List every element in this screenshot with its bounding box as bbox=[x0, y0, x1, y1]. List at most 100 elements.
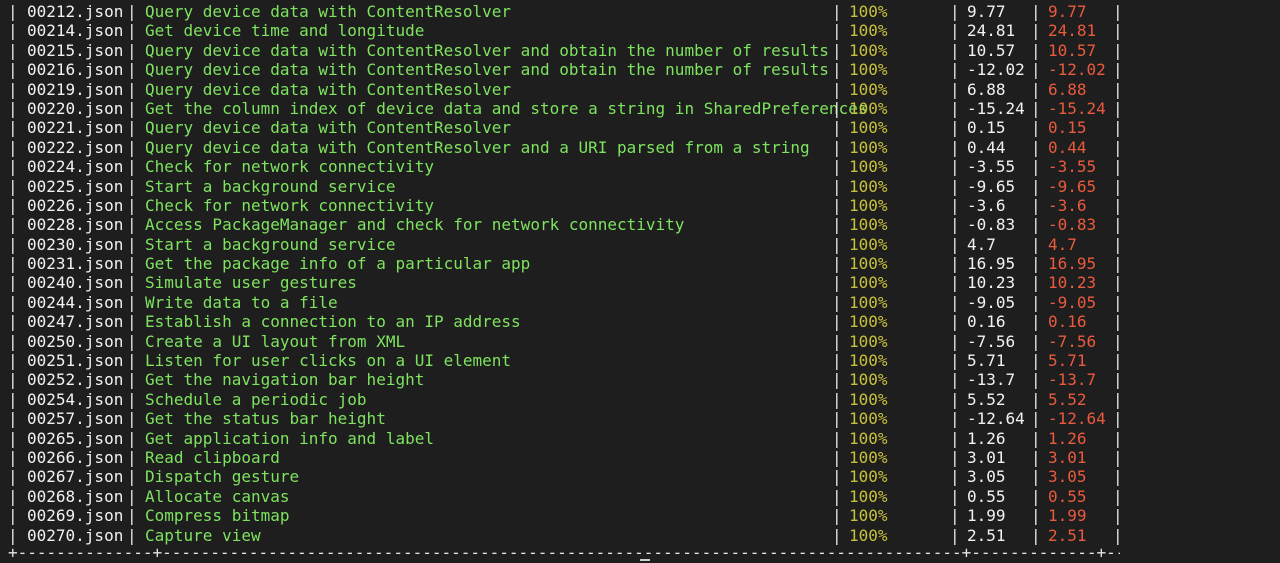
percent-cell: 100% bbox=[849, 389, 888, 409]
column-separator: | bbox=[1031, 409, 1041, 429]
column-separator: | bbox=[1113, 215, 1123, 235]
description-cell: Get the status bar height bbox=[145, 409, 386, 429]
column-separator: | bbox=[127, 370, 137, 390]
column-separator: | bbox=[1031, 525, 1041, 545]
column-separator: | bbox=[832, 118, 842, 138]
description-cell: Query device data with ContentResolver bbox=[145, 118, 512, 138]
column-separator: | bbox=[127, 467, 137, 487]
value-highlight-cell: -13.7 bbox=[1048, 370, 1097, 390]
column-separator: | bbox=[1113, 60, 1123, 80]
table-row: | 00244.json | Write data to a file | 100% | -9… bbox=[0, 293, 1280, 312]
column-separator: | bbox=[127, 21, 137, 41]
table-row: | 00257.json | Get the status bar height | 10… bbox=[0, 409, 1280, 428]
column-separator: | bbox=[1031, 195, 1041, 215]
percent-cell: 100% bbox=[849, 157, 888, 177]
percent-cell: 100% bbox=[849, 486, 888, 506]
column-separator: | bbox=[127, 331, 137, 351]
value-cell: 0.44 bbox=[967, 137, 1006, 157]
column-separator: | bbox=[832, 331, 842, 351]
table-row: | 00228.json | Access PackageManager and ch… bbox=[0, 215, 1280, 234]
column-separator: | bbox=[1031, 467, 1041, 487]
column-separator: | bbox=[1113, 447, 1123, 467]
column-separator: | bbox=[1031, 370, 1041, 390]
table-row: | 00231.json | Get the package info of a pa… bbox=[0, 254, 1280, 273]
column-separator: | bbox=[127, 118, 137, 138]
value-highlight-cell: 5.71 bbox=[1048, 351, 1087, 371]
column-separator: | bbox=[127, 273, 137, 293]
column-separator: | bbox=[127, 506, 137, 526]
value-cell: 10.23 bbox=[967, 273, 1016, 293]
column-separator: | bbox=[1113, 2, 1123, 21]
value-cell: 5.52 bbox=[967, 389, 1006, 409]
value-cell: 2.51 bbox=[967, 525, 1006, 545]
column-separator: | bbox=[832, 292, 842, 312]
column-separator: | bbox=[127, 312, 137, 332]
file-name-cell: 00224.json bbox=[27, 157, 124, 177]
description-cell: Query device data with ContentResolver a… bbox=[145, 137, 810, 157]
column-separator: | bbox=[8, 254, 18, 274]
column-separator: | bbox=[8, 351, 18, 371]
table-row: | 00254.json | Schedule a periodic job | 100%… bbox=[0, 390, 1280, 409]
column-separator: | bbox=[1113, 486, 1123, 506]
column-separator: | bbox=[1113, 157, 1123, 177]
column-separator: | bbox=[1113, 21, 1123, 41]
column-separator: | bbox=[1113, 98, 1123, 118]
file-name-cell: 00225.json bbox=[27, 176, 124, 196]
file-name-cell: 00269.json bbox=[27, 506, 124, 526]
table-body: | 00212.json | Query device data with Conte… bbox=[0, 2, 1280, 545]
column-separator: | bbox=[8, 79, 18, 99]
value-highlight-cell: 10.57 bbox=[1048, 40, 1097, 60]
percent-cell: 100% bbox=[849, 98, 888, 118]
column-separator: | bbox=[832, 157, 842, 177]
column-separator: | bbox=[1113, 118, 1123, 138]
column-separator: | bbox=[832, 389, 842, 409]
column-separator: | bbox=[1113, 79, 1123, 99]
column-separator: | bbox=[1031, 254, 1041, 274]
value-cell: -7.56 bbox=[967, 331, 1016, 351]
value-cell: 0.55 bbox=[967, 486, 1006, 506]
table-row: | 00250.json | Create a UI layout from XML |… bbox=[0, 332, 1280, 351]
percent-cell: 100% bbox=[849, 331, 888, 351]
column-separator: | bbox=[8, 195, 18, 215]
column-separator: | bbox=[832, 254, 842, 274]
column-separator: | bbox=[1031, 331, 1041, 351]
column-separator: | bbox=[1113, 370, 1123, 390]
description-cell: Simulate user gestures bbox=[145, 273, 357, 293]
terminal-window: | 00212.json | Query device data with Conte… bbox=[0, 0, 1280, 563]
column-separator: | bbox=[8, 331, 18, 351]
column-separator: | bbox=[8, 118, 18, 138]
column-separator: | bbox=[1113, 389, 1123, 409]
column-separator: | bbox=[832, 137, 842, 157]
file-name-cell: 00268.json bbox=[27, 486, 124, 506]
file-name-cell: 00226.json bbox=[27, 195, 124, 215]
column-separator: | bbox=[127, 98, 137, 118]
table-row: | 00268.json | Allocate canvas | 100% | 0.55 | 0.… bbox=[0, 487, 1280, 506]
value-highlight-cell: -7.56 bbox=[1048, 331, 1097, 351]
value-cell: 16.95 bbox=[967, 254, 1016, 274]
column-separator: | bbox=[1113, 312, 1123, 332]
column-separator: | bbox=[950, 215, 960, 235]
column-separator: | bbox=[1031, 176, 1041, 196]
column-separator: | bbox=[950, 79, 960, 99]
column-separator: | bbox=[8, 176, 18, 196]
value-cell: 0.16 bbox=[967, 312, 1006, 332]
description-cell: Get application info and label bbox=[145, 428, 434, 448]
column-separator: | bbox=[832, 176, 842, 196]
value-cell: 0.15 bbox=[967, 118, 1006, 138]
percent-cell: 100% bbox=[849, 79, 888, 99]
column-separator: | bbox=[127, 40, 137, 60]
percent-cell: 100% bbox=[849, 2, 888, 21]
table-row: | 00240.json | Simulate user gestures | 100% |… bbox=[0, 273, 1280, 292]
value-cell: -15.24 bbox=[967, 98, 1025, 118]
description-cell: Get the navigation bar height bbox=[145, 370, 425, 390]
value-cell: -13.7 bbox=[967, 370, 1016, 390]
column-separator: | bbox=[1031, 2, 1041, 21]
value-cell: 24.81 bbox=[967, 21, 1016, 41]
column-separator: | bbox=[8, 273, 18, 293]
column-separator: | bbox=[8, 137, 18, 157]
column-separator: | bbox=[832, 98, 842, 118]
value-cell: -9.65 bbox=[967, 176, 1016, 196]
column-separator: | bbox=[127, 351, 137, 371]
file-name-cell: 00216.json bbox=[27, 60, 124, 80]
column-separator: | bbox=[127, 215, 137, 235]
